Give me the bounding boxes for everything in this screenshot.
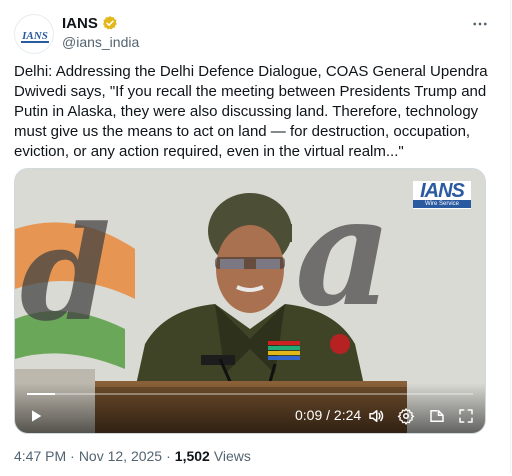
tweet-text: Delhi: Addressing the Delhi Defence Dial… [14,63,488,160]
progress-fill [27,393,55,395]
avatar-logo-text: IANS [21,30,48,42]
fullscreen-icon[interactable] [455,405,477,427]
tweet-meta: 4:47 PM · Nov 12, 2025 · 1,502 Views [14,448,251,464]
views-label: Views [213,448,251,464]
more-horizontal-icon[interactable] [470,14,490,34]
time-separator: / [322,407,334,423]
verified-badge-icon [102,15,118,31]
meta-dot: · [70,448,75,464]
progress-bar[interactable] [27,393,473,395]
pip-icon[interactable] [426,405,448,427]
author-name[interactable]: IANS [62,15,98,32]
author-name-row[interactable]: IANS [62,14,118,32]
current-time: 0:09 [295,407,323,423]
meta-dot: · [166,448,171,464]
tweet-card[interactable]: IANS IANS @ians_india Delhi: Addressing … [0,0,511,474]
settings-icon[interactable] [395,405,417,427]
video-time: 0:09 / 2:24 [295,407,361,423]
watermark-subtext: Wire Service [413,200,471,208]
duration: 2:24 [333,407,362,423]
play-icon[interactable] [25,405,47,427]
views-count: 1,502 [174,448,210,464]
author-avatar[interactable]: IANS [14,14,54,54]
ians-watermark: IANS Wire Service [413,180,471,209]
video-player[interactable]: d a IANS Wire Service 0:09 / 2:24 [14,168,486,434]
author-handle[interactable]: @ians_india [62,34,139,50]
volume-icon[interactable] [365,405,387,427]
tweet-time[interactable]: 4:47 PM [14,448,66,464]
tweet-date[interactable]: Nov 12, 2025 [79,448,162,464]
video-controls: 0:09 / 2:24 [15,383,485,433]
